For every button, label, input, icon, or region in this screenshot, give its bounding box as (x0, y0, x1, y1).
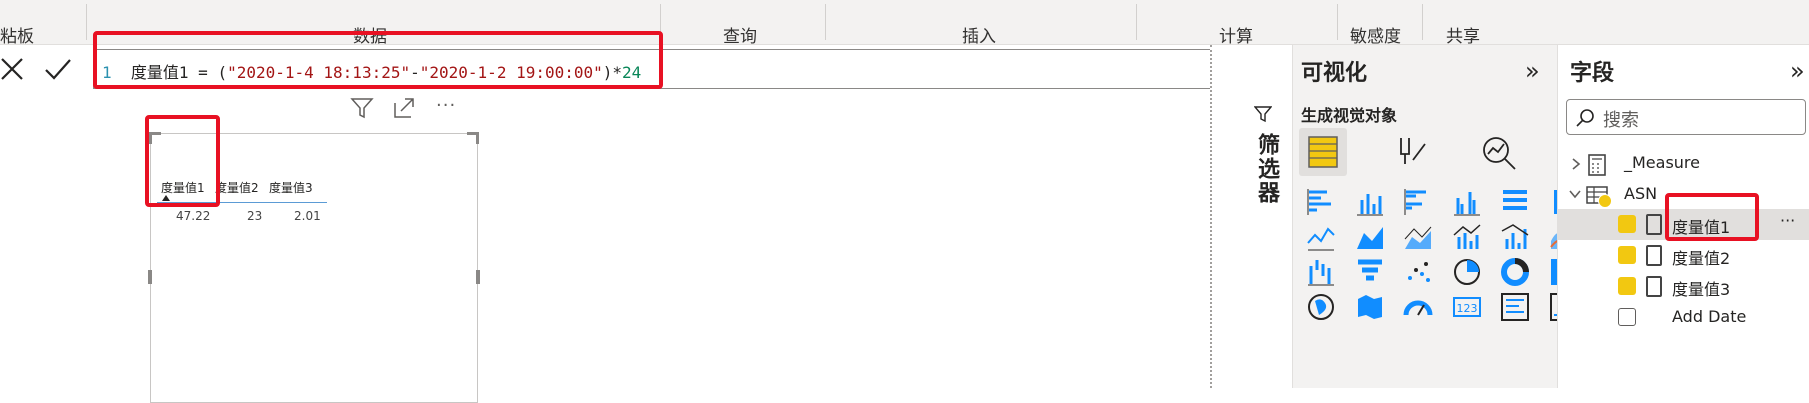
focus-mode-icon (394, 98, 414, 118)
measure-icon (1646, 245, 1662, 266)
ribbon-group-insert: 插入 (962, 27, 996, 47)
line-column-icon[interactable] (1451, 221, 1483, 253)
field-item-add-date[interactable]: Add Date (1558, 302, 1809, 333)
ribbon-group-share: 共享 (1446, 27, 1480, 47)
ribbon-group-sensitivity: 敏感度 (1350, 27, 1401, 47)
field-label: 度量值3 (1672, 280, 1731, 299)
donut-chart-icon[interactable] (1499, 256, 1531, 288)
gauge-icon[interactable] (1402, 291, 1434, 323)
formula-highlight (93, 31, 663, 89)
multirow-card-icon[interactable] (1499, 291, 1531, 323)
ribbon-group-calculate: 计算 (1219, 27, 1253, 47)
visualizations-title: 可视化 (1301, 61, 1368, 86)
chevron-down-icon (1569, 190, 1581, 199)
search-icon (1576, 109, 1594, 127)
table-build-icon (1308, 136, 1338, 168)
filled-map-icon[interactable] (1354, 291, 1386, 323)
field-highlight (1665, 193, 1759, 241)
collapse-fields-chevron-icon[interactable]: » (1790, 57, 1805, 85)
paintbrush-icon (1400, 138, 1426, 164)
filter-icon (1254, 106, 1272, 123)
measure-icon (1646, 214, 1662, 235)
column-header[interactable]: 度量值2 (215, 179, 259, 196)
clustered-bar-icon[interactable] (1402, 186, 1434, 218)
line-chart-icon[interactable] (1305, 221, 1337, 253)
area-chart-icon[interactable] (1354, 221, 1386, 253)
chevron-right-icon (1572, 158, 1581, 170)
analytics-tab[interactable] (1480, 134, 1518, 176)
table-cell: 2.01 (294, 209, 321, 223)
100-bar-icon[interactable] (1499, 186, 1531, 218)
line-stacked-icon[interactable] (1499, 221, 1531, 253)
stacked-area-icon[interactable] (1402, 221, 1434, 253)
field-label: Add Date (1672, 307, 1747, 326)
waterfall-icon[interactable] (1305, 256, 1337, 288)
check-badge-icon (1598, 194, 1612, 208)
ribbon-group-clipboard: 粘板 (0, 27, 34, 47)
visual-filter-button[interactable] (350, 97, 374, 123)
table-item-measure[interactable]: _Measure (1558, 149, 1809, 180)
ribbon-separator (1136, 4, 1137, 40)
measure-highlight (145, 115, 220, 207)
column-header[interactable]: 度量值3 (269, 179, 313, 196)
filters-pane-collapsed[interactable]: 筛选器 (1210, 45, 1292, 388)
focus-mode-button[interactable] (393, 97, 417, 123)
resize-handle[interactable] (476, 270, 480, 284)
table-name: ASN (1624, 184, 1658, 203)
field-item-measure2[interactable]: 度量值2 (1558, 240, 1809, 271)
ribbon-separator (825, 4, 826, 40)
build-visual-tab[interactable] (1299, 128, 1347, 176)
checkmark-icon (45, 59, 71, 80)
resize-handle[interactable] (467, 132, 479, 144)
cancel-formula-button[interactable] (0, 51, 32, 87)
fields-pane: 字段 » 搜索 _Measure ASN 度量值1 ··· 度量值2 度量值3 … (1557, 45, 1809, 388)
visualizations-pane: 可视化 » 生成视觉对象 123 (1292, 45, 1578, 388)
ribbon-separator (86, 4, 87, 40)
funnel-icon[interactable] (1354, 256, 1386, 288)
calculator-icon (1588, 154, 1606, 176)
close-icon (1, 58, 23, 80)
field-label: 度量值2 (1672, 249, 1731, 268)
more-options-icon[interactable]: ··· (1780, 211, 1795, 230)
field-checkbox[interactable] (1618, 246, 1636, 264)
commit-formula-button[interactable] (38, 51, 78, 87)
table-cell: 47.22 (176, 209, 211, 223)
scatter-icon[interactable] (1402, 256, 1434, 288)
field-checkbox[interactable] (1618, 277, 1636, 295)
build-visual-label: 生成视觉对象 (1301, 106, 1398, 125)
resize-handle[interactable] (148, 270, 152, 284)
field-search-input[interactable]: 搜索 (1566, 99, 1806, 135)
field-checkbox[interactable] (1618, 215, 1636, 233)
card-icon[interactable]: 123 (1451, 291, 1483, 323)
more-options-icon[interactable]: ··· (436, 95, 456, 116)
report-canvas: ··· 度量值1 度量值2 度量值3 47.22 23 2.01 (0, 93, 1210, 403)
formula-bar: 1 度量值1 = ("2020-1-4 18:13:25"-"2020-1-2 … (0, 31, 1300, 93)
clustered-column-icon[interactable] (1451, 186, 1483, 218)
format-visual-tab[interactable] (1393, 134, 1429, 174)
stacked-bar-icon[interactable] (1305, 186, 1337, 218)
field-item-measure3[interactable]: 度量值3 (1558, 271, 1809, 302)
ribbon-separator (1337, 4, 1338, 40)
ribbon-group-query: 查询 (723, 27, 757, 47)
table-cell: 23 (247, 209, 263, 223)
field-checkbox[interactable] (1618, 308, 1636, 326)
filter-icon (350, 98, 374, 119)
table-name: _Measure (1624, 153, 1700, 172)
measure-icon (1646, 276, 1662, 297)
stacked-column-icon[interactable] (1354, 186, 1386, 218)
collapse-pane-chevron-icon[interactable]: » (1525, 57, 1540, 85)
svg-text:123: 123 (1456, 302, 1477, 315)
search-placeholder: 搜索 (1603, 110, 1639, 131)
map-icon[interactable] (1305, 291, 1337, 323)
analytics-magnifier-icon (1483, 137, 1516, 170)
ribbon-separator (1422, 4, 1423, 40)
fields-title: 字段 (1570, 61, 1615, 86)
pie-chart-icon[interactable] (1451, 256, 1483, 288)
filters-label: 筛选器 (1254, 133, 1279, 205)
